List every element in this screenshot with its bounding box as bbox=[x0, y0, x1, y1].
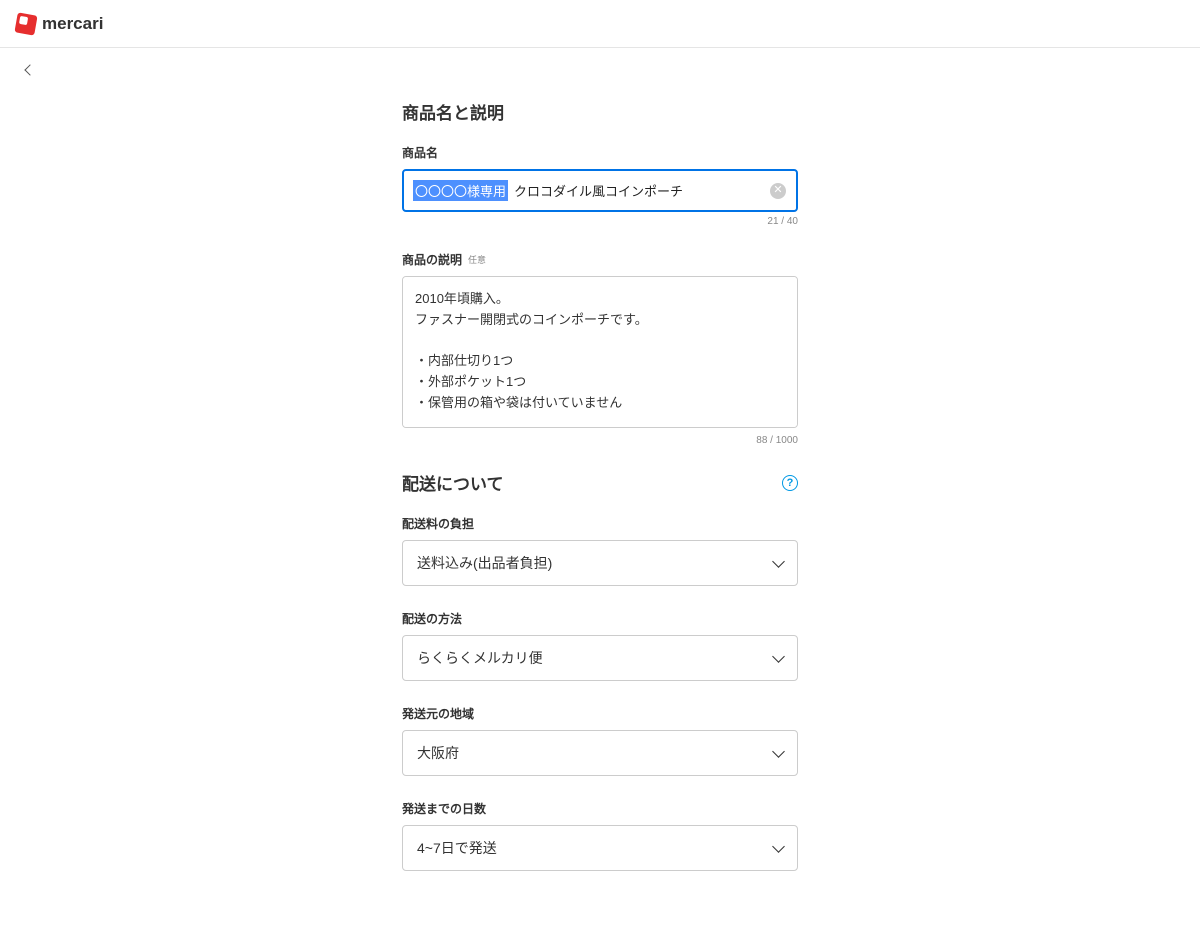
select-ship-days[interactable]: 4~7日で発送 bbox=[402, 825, 798, 871]
back-row bbox=[0, 48, 1200, 91]
brand-logo[interactable]: mercari bbox=[16, 14, 103, 34]
brand-text: mercari bbox=[42, 14, 103, 34]
field-ship-days: 発送までの日数 4~7日で発送 bbox=[402, 800, 798, 871]
optional-badge: 任意 bbox=[468, 253, 486, 266]
label-ship-from: 発送元の地域 bbox=[402, 705, 798, 722]
chevron-down-icon bbox=[772, 555, 785, 568]
field-shipping-fee: 配送料の負担 送料込み(出品者負担) bbox=[402, 515, 798, 586]
ship-days-value: 4~7日で発送 bbox=[417, 838, 497, 858]
close-icon: ✕ bbox=[773, 185, 782, 196]
product-name-input[interactable]: 〇〇〇〇様専用 クロコダイル風コインポーチ ✕ bbox=[402, 169, 798, 212]
ship-from-value: 大阪府 bbox=[417, 743, 459, 763]
clear-name-button[interactable]: ✕ bbox=[770, 183, 786, 199]
chevron-down-icon bbox=[772, 745, 785, 758]
section-title-name: 商品名と説明 bbox=[402, 99, 798, 124]
help-icon[interactable]: ? bbox=[782, 475, 798, 491]
mercari-icon bbox=[14, 12, 37, 35]
label-ship-days: 発送までの日数 bbox=[402, 800, 798, 817]
name-char-counter: 21 / 40 bbox=[402, 216, 798, 227]
name-selection-highlight: 〇〇〇〇様専用 bbox=[413, 180, 508, 201]
desc-char-counter: 88 / 1000 bbox=[402, 435, 798, 446]
shipping-method-value: らくらくメルカリ便 bbox=[417, 648, 543, 668]
label-shipping-method: 配送の方法 bbox=[402, 610, 798, 627]
chevron-left-icon bbox=[24, 64, 35, 75]
shipping-fee-value: 送料込み(出品者負担) bbox=[417, 553, 552, 573]
description-textarea[interactable] bbox=[402, 276, 798, 428]
field-product-name: 商品名 〇〇〇〇様専用 クロコダイル風コインポーチ ✕ 21 / 40 bbox=[402, 144, 798, 227]
label-description-text: 商品の説明 bbox=[402, 251, 462, 268]
back-button[interactable] bbox=[22, 58, 38, 81]
field-description: 商品の説明 任意 88 / 1000 bbox=[402, 251, 798, 446]
chevron-down-icon bbox=[772, 650, 785, 663]
select-shipping-fee[interactable]: 送料込み(出品者負担) bbox=[402, 540, 798, 586]
name-text-rest: クロコダイル風コインポーチ bbox=[514, 181, 683, 200]
form-container: 商品名と説明 商品名 〇〇〇〇様専用 クロコダイル風コインポーチ ✕ 21 / … bbox=[402, 99, 798, 935]
section-title-shipping-text: 配送について bbox=[402, 470, 504, 495]
label-description: 商品の説明 任意 bbox=[402, 251, 798, 268]
label-shipping-fee: 配送料の負担 bbox=[402, 515, 798, 532]
chevron-down-icon bbox=[772, 840, 785, 853]
select-shipping-method[interactable]: らくらくメルカリ便 bbox=[402, 635, 798, 681]
label-product-name: 商品名 bbox=[402, 144, 798, 161]
select-ship-from[interactable]: 大阪府 bbox=[402, 730, 798, 776]
app-header: mercari bbox=[0, 0, 1200, 48]
field-ship-from: 発送元の地域 大阪府 bbox=[402, 705, 798, 776]
section-title-shipping: 配送について ? bbox=[402, 470, 798, 495]
